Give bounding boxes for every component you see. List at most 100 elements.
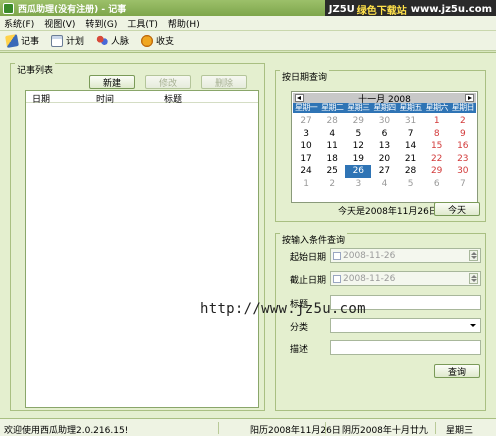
window-title: 西瓜助理(没有注册) - 记事	[18, 4, 127, 15]
calendar-day[interactable]: 31	[398, 115, 424, 128]
calendar-grid: 27 28 29 30 31 1 2 3 4 5 6 7 8 9 10 11 12 13 14 15 16 17 18 19 2…	[293, 115, 476, 190]
calendar-day[interactable]: 21	[398, 153, 424, 166]
end-date-label: 截止日期	[290, 276, 327, 286]
end-date-spinner[interactable]	[469, 273, 478, 284]
calendar-day[interactable]: 5	[345, 128, 371, 141]
calendar-day[interactable]: 1	[293, 178, 319, 191]
menu-bar: 系统(F) 视图(V) 转到(G) 工具(T) 帮助(H)	[0, 16, 496, 31]
today-button[interactable]: 今天	[434, 202, 480, 216]
status-weekday: 星期三	[446, 426, 474, 436]
calendar-day[interactable]: 26	[345, 165, 372, 178]
calendar-day[interactable]: 29	[424, 165, 450, 178]
calendar-day[interactable]: 24	[293, 165, 319, 178]
calendar-day[interactable]: 9	[450, 128, 476, 141]
start-date-spinner[interactable]	[469, 250, 478, 261]
category-label: 分类	[290, 323, 309, 333]
calendar-day[interactable]: 10	[293, 140, 319, 153]
menu-system[interactable]: 系统(F)	[0, 17, 40, 30]
calendar-day[interactable]: 6	[424, 178, 450, 191]
toolbar-plan-label: 计划	[66, 37, 85, 47]
new-note-button[interactable]: 新建	[89, 75, 135, 89]
watermark-url: www.jz5u.com	[410, 4, 492, 15]
toolbar-finance-button[interactable]: 收支	[141, 34, 174, 47]
calendar-day[interactable]: 28	[398, 165, 424, 178]
calendar-day[interactable]: 8	[424, 128, 450, 141]
calendar-day[interactable]: 30	[371, 115, 397, 128]
calendar-day[interactable]: 7	[398, 128, 424, 141]
calendar-day[interactable]: 3	[293, 128, 319, 141]
calendar-day[interactable]: 1	[424, 115, 450, 128]
description-input[interactable]	[330, 340, 481, 355]
calendar-day[interactable]: 15	[424, 140, 450, 153]
calendar-day[interactable]: 13	[371, 140, 397, 153]
notes-list[interactable]: 日期 时间 标题	[25, 90, 259, 408]
toolbar-notes-button[interactable]: 记事	[5, 33, 39, 48]
toolbar-finance-label: 收支	[156, 37, 175, 47]
calendar-week-row: 10 11 12 13 14 15 16	[293, 140, 476, 153]
chevron-down-icon	[470, 324, 476, 327]
coin-icon	[141, 34, 154, 47]
end-date-picker[interactable]: 2008-11-26	[330, 271, 481, 286]
condition-query-title: 按输入条件查询	[280, 233, 348, 246]
calendar-day[interactable]: 4	[371, 178, 397, 191]
calendar-day[interactable]: 19	[345, 153, 371, 166]
start-date-picker[interactable]: 2008-11-26	[330, 248, 481, 263]
watermark-text: 绿色下载站	[356, 6, 407, 17]
menu-help[interactable]: 帮助(H)	[164, 17, 206, 30]
calendar-day[interactable]: 27	[293, 115, 319, 128]
calendar-next-month-button[interactable]	[465, 94, 474, 102]
calendar-header: 十一月 2008	[293, 93, 476, 105]
calendar-weekday: 星期六	[425, 103, 449, 112]
status-bar: 欢迎使用西瓜助理2.0.216.15! 阳历2008年11月26日 阴历2008…	[0, 418, 496, 436]
status-divider	[218, 422, 219, 434]
status-solar-date: 阳历2008年11月26日	[250, 426, 341, 436]
calendar-day[interactable]: 12	[345, 140, 371, 153]
url-watermark-text: http://www.jz5u.com	[200, 301, 366, 317]
app-icon	[3, 2, 14, 14]
calendar-day[interactable]: 6	[371, 128, 397, 141]
status-welcome: 欢迎使用西瓜助理2.0.216.15!	[4, 426, 129, 436]
edit-note-button[interactable]: 修改	[145, 75, 191, 89]
calendar-day[interactable]: 30	[450, 165, 476, 178]
calendar[interactable]: 十一月 2008 星期一 星期二 星期三 星期四 星期五 星期六 星期日 27 28 29 30 3…	[291, 91, 478, 203]
start-date-label: 起始日期	[290, 253, 327, 263]
toolbar-contacts-label: 人脉	[111, 37, 130, 47]
delete-note-button[interactable]: 删除	[201, 75, 247, 89]
toolbar-contacts-button[interactable]: 人脉	[96, 34, 129, 47]
calendar-day[interactable]: 2	[319, 178, 345, 191]
status-divider	[435, 422, 436, 434]
calendar-weekday: 星期四	[373, 103, 396, 112]
column-header-date[interactable]: 日期	[32, 92, 50, 105]
calendar-day[interactable]: 3	[345, 178, 371, 191]
calendar-day[interactable]: 17	[293, 153, 319, 166]
calendar-day[interactable]: 11	[319, 140, 345, 153]
start-date-checkbox[interactable]	[333, 252, 341, 260]
toolbar: 记事 计划 人脉 收支	[0, 31, 496, 51]
calendar-day[interactable]: 23	[450, 153, 476, 166]
end-date-checkbox[interactable]	[333, 275, 341, 283]
calendar-day[interactable]: 2	[450, 115, 476, 128]
column-header-title[interactable]: 标题	[164, 92, 182, 105]
calendar-day[interactable]: 4	[319, 128, 345, 141]
calendar-day[interactable]: 22	[424, 153, 450, 166]
calendar-day[interactable]: 20	[371, 153, 397, 166]
category-select[interactable]	[330, 318, 481, 333]
calendar-week-row: 24 25 26 27 28 29 30	[293, 165, 476, 178]
calendar-day[interactable]: 25	[319, 165, 345, 178]
menu-tools[interactable]: 工具(T)	[123, 17, 164, 30]
calendar-day[interactable]: 14	[398, 140, 424, 153]
menu-view[interactable]: 视图(V)	[40, 17, 81, 30]
column-header-time[interactable]: 时间	[96, 92, 114, 105]
calendar-day[interactable]: 7	[450, 178, 476, 191]
calendar-prev-month-button[interactable]	[295, 94, 304, 102]
query-button[interactable]: 查询	[434, 364, 480, 378]
calendar-day[interactable]: 16	[450, 140, 476, 153]
calendar-weekday-row: 星期一 星期二 星期三 星期四 星期五 星期六 星期日	[293, 103, 476, 113]
calendar-day[interactable]: 29	[345, 115, 371, 128]
calendar-day[interactable]: 18	[319, 153, 345, 166]
calendar-day[interactable]: 5	[398, 178, 424, 191]
toolbar-plan-button[interactable]: 计划	[51, 34, 84, 47]
calendar-day[interactable]: 28	[319, 115, 345, 128]
calendar-day[interactable]: 27	[371, 165, 397, 178]
menu-goto[interactable]: 转到(G)	[81, 17, 123, 30]
